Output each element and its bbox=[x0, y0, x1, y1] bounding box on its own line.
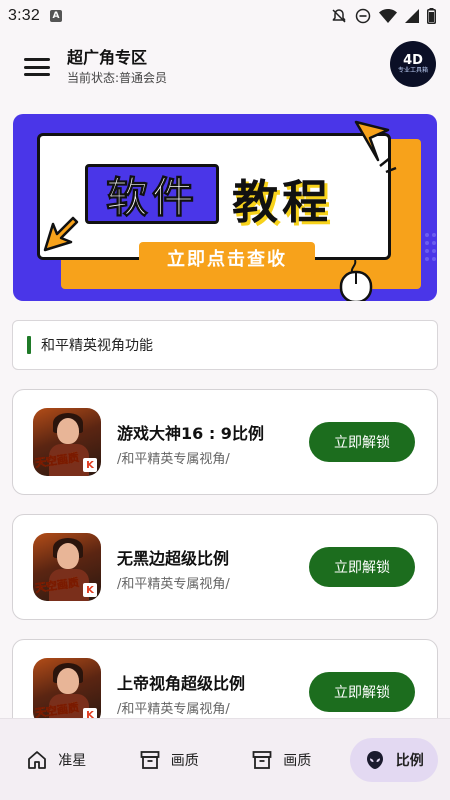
menu-icon[interactable] bbox=[22, 55, 52, 79]
nav-label: 画质 bbox=[170, 752, 199, 769]
page-title: 超广角专区 bbox=[67, 48, 148, 67]
mouse-icon bbox=[339, 260, 373, 301]
banner-dots-decoration bbox=[425, 233, 436, 261]
flag-decoration-icon bbox=[354, 120, 397, 174]
app-bar: 超广角专区 当前状态:普通会员 4D 专业工具箱 bbox=[0, 34, 450, 100]
item-title: 无黑边超级比例 bbox=[117, 549, 230, 568]
do-not-disturb-icon bbox=[355, 8, 371, 24]
notification-app-icon: A bbox=[49, 10, 62, 22]
membership-status: 当前状态:普通会员 bbox=[67, 71, 168, 85]
alien-icon bbox=[366, 750, 383, 769]
nav-item-ratio[interactable]: 比例 bbox=[349, 737, 438, 782]
section-title: 和平精英视角功能 bbox=[41, 338, 153, 354]
banner-cta: 立即点击查收 bbox=[139, 242, 315, 274]
game-app-icon: 天空画质 K bbox=[33, 533, 101, 601]
banner-word-box: 软件 bbox=[85, 164, 219, 224]
item-title: 游戏大神16 : 9比例 bbox=[117, 424, 264, 443]
signal-icon bbox=[405, 9, 419, 23]
banner-word-software: 软件 bbox=[105, 172, 198, 222]
nav-item-quality[interactable]: 画质 bbox=[125, 738, 213, 782]
tutorial-banner[interactable]: 软件 教程 立即点击查收 bbox=[13, 114, 437, 301]
nav-label: 画质 bbox=[283, 752, 312, 769]
unlock-button[interactable]: 立即解锁 bbox=[309, 547, 415, 587]
item-description: /和平精英专属视角/ bbox=[117, 577, 230, 592]
status-icons bbox=[331, 8, 436, 24]
unlock-button[interactable]: 立即解锁 bbox=[309, 672, 415, 712]
arrow-cursor-icon bbox=[43, 216, 79, 252]
item-description: /和平精英专属视角/ bbox=[117, 702, 230, 717]
banner-card: 软件 教程 立即点击查收 bbox=[37, 133, 391, 274]
archive-icon bbox=[252, 750, 272, 769]
nav-label: 比例 bbox=[395, 752, 424, 769]
status-time: 3:32 bbox=[8, 7, 40, 24]
avatar[interactable]: 4D 专业工具箱 bbox=[390, 41, 436, 87]
item-description: /和平精英专属视角/ bbox=[117, 452, 230, 467]
nav-label: 准星 bbox=[58, 752, 87, 769]
nav-item-crosshair[interactable]: 准星 bbox=[12, 738, 100, 782]
item-title: 上帝视角超级比例 bbox=[117, 674, 246, 693]
section-header: 和平精英视角功能 bbox=[12, 320, 438, 370]
banner-word-tutorial: 教程 bbox=[232, 175, 332, 229]
game-app-icon: 天空画质 K bbox=[33, 408, 101, 476]
archive-icon bbox=[140, 750, 160, 769]
unlock-button[interactable]: 立即解锁 bbox=[309, 422, 415, 462]
bottom-navigation: 准星 画质 画质 比例 bbox=[0, 718, 450, 800]
avatar-logo-mark: 4D bbox=[403, 52, 423, 68]
app-bar-titles: 超广角专区 当前状态:普通会员 bbox=[67, 47, 167, 87]
list-item: 天空画质 K 无黑边超级比例 /和平精英专属视角/ 立即解锁 bbox=[12, 514, 438, 620]
game-app-icon: 天空画质 K bbox=[33, 658, 101, 726]
list-item: 天空画质 K 游戏大神16 : 9比例 /和平精英专属视角/ 立即解锁 bbox=[12, 389, 438, 495]
nav-item-quality-2[interactable]: 画质 bbox=[237, 738, 325, 782]
section-accent-bar bbox=[27, 336, 31, 354]
avatar-logo-text: 专业工具箱 bbox=[397, 66, 428, 74]
home-icon bbox=[28, 750, 47, 769]
battery-icon bbox=[427, 8, 436, 24]
status-bar: 3:32 A bbox=[0, 0, 450, 32]
wifi-icon bbox=[379, 9, 397, 23]
notifications-off-icon bbox=[332, 9, 346, 23]
